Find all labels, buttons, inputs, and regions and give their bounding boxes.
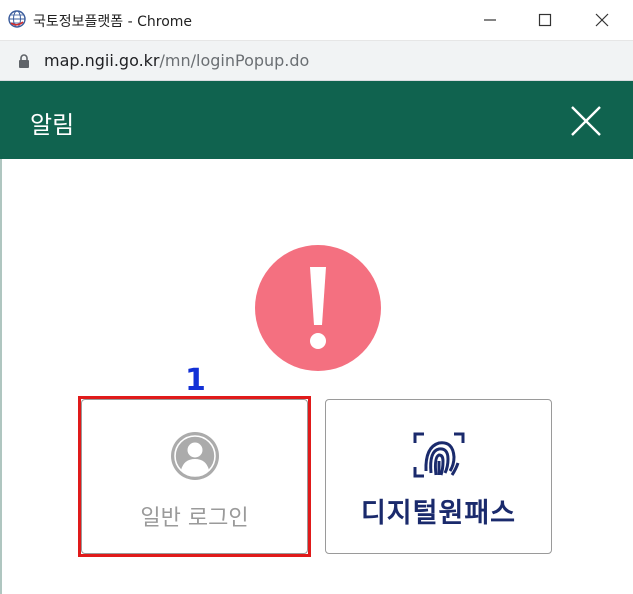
maximize-icon (538, 13, 552, 27)
window-title: 국토정보플랫폼 - Chrome (33, 14, 193, 30)
general-login-button[interactable]: 일반 로그인 (81, 399, 308, 554)
popup-close-icon[interactable] (566, 101, 606, 141)
close-icon (595, 13, 609, 27)
exclamation-circle-icon (255, 245, 381, 371)
left-edge-divider (0, 159, 2, 594)
maximize-button[interactable] (517, 0, 573, 40)
lock-icon (19, 54, 29, 68)
globe-icon (8, 10, 26, 28)
step-number-annotation: 1 (185, 363, 206, 398)
window-titlebar: 국토정보플랫폼 - Chrome (0, 0, 633, 41)
minimize-button[interactable] (462, 0, 518, 40)
general-login-label: 일반 로그인 (140, 506, 249, 531)
digital-onepass-label: 디지털원패스 (360, 498, 517, 529)
fingerprint-icon (413, 432, 465, 478)
popup-title: 알림 (30, 111, 75, 139)
digital-onepass-button[interactable]: 디지털원패스 (325, 399, 552, 554)
url-text: map.ngii.go.kr/mn/loginPopup.do (44, 51, 309, 70)
popup-header: 알림 (0, 81, 633, 159)
person-icon (171, 432, 219, 480)
url-path: /mn/loginPopup.do (159, 51, 310, 70)
url-host: map.ngii.go.kr (44, 51, 160, 70)
address-bar[interactable]: map.ngii.go.kr/mn/loginPopup.do (0, 41, 633, 81)
window-close-button[interactable] (574, 0, 630, 40)
minimize-icon (484, 19, 496, 21)
